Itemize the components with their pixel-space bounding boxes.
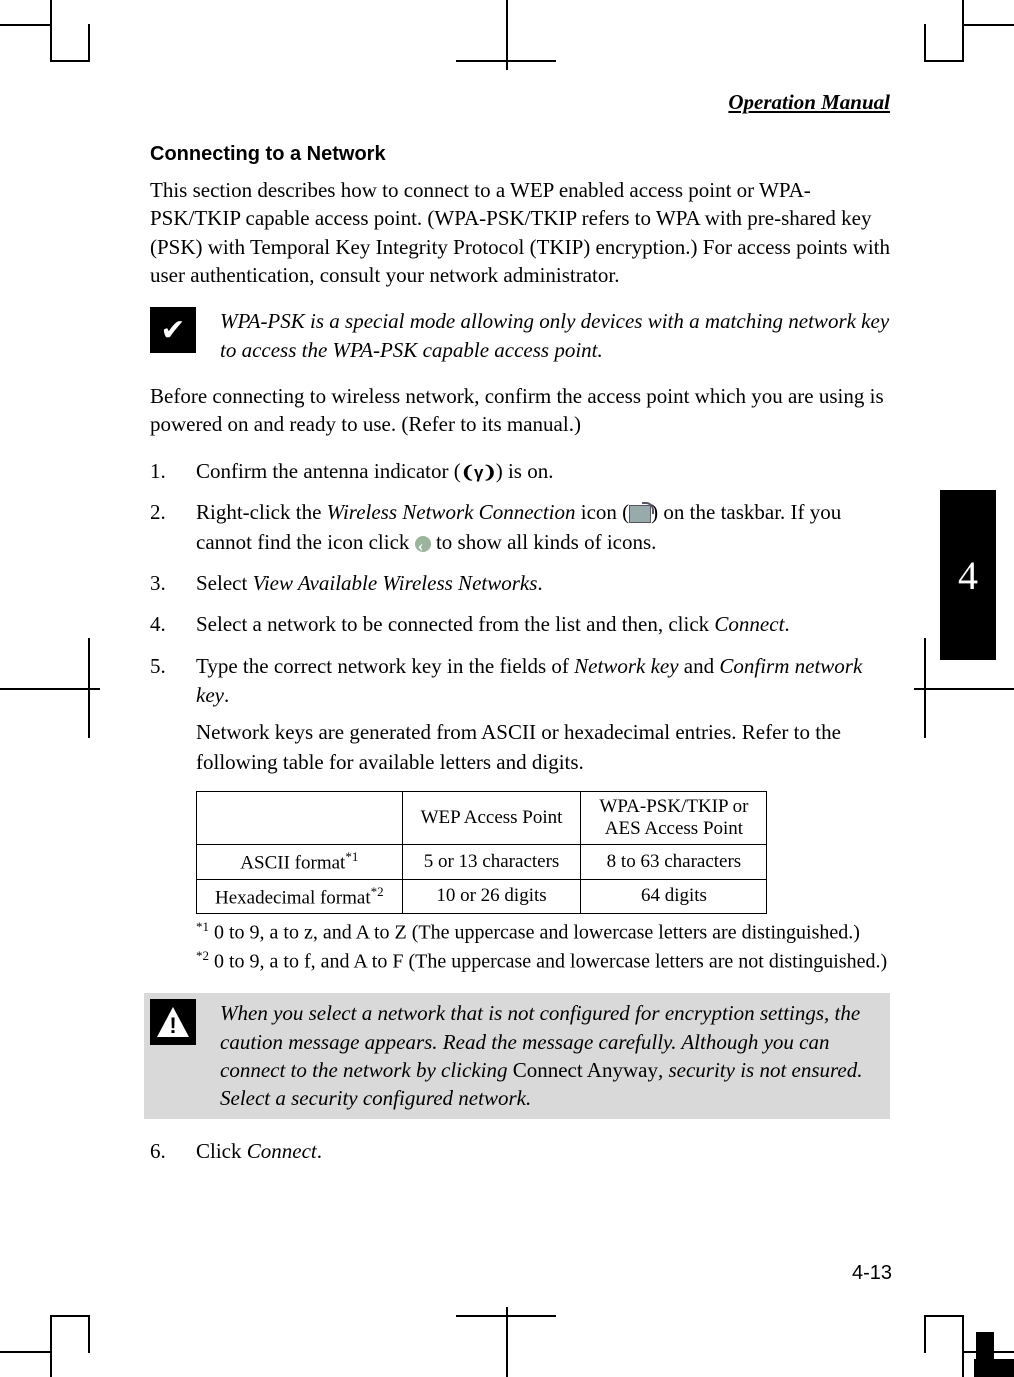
step-4: Select a network to be connected from th…	[150, 610, 890, 639]
step6-text-a: Click	[196, 1139, 247, 1163]
r2-label: Hexadecimal format	[215, 887, 371, 908]
step1-text-a: Confirm the antenna indicator (	[196, 459, 461, 483]
page-content: Operation Manual Connecting to a Network…	[150, 90, 890, 1180]
show-hidden-icons-icon	[415, 536, 431, 552]
td-hex-wpa: 64 digits	[581, 879, 767, 913]
step-2: Right-click the Wireless Network Connect…	[150, 498, 890, 557]
td-ascii-label: ASCII format*1	[197, 845, 403, 879]
step3-vawn: View Available Wireless Networks	[253, 571, 538, 595]
r1-label: ASCII format	[240, 853, 345, 874]
th-wpa: WPA-PSK/TKIP or AES Access Point	[581, 792, 767, 845]
step2-wnc: Wireless Network Connection	[327, 500, 576, 524]
td-ascii-wep: 5 or 13 characters	[402, 845, 581, 879]
footnote2-sup: *2	[196, 948, 209, 963]
svg-text:!: !	[169, 1013, 176, 1038]
before-paragraph: Before connecting to wireless network, c…	[150, 382, 890, 439]
step4-text-b: .	[784, 612, 789, 636]
step1-text-b: ) is on.	[496, 459, 554, 483]
step5-sub: Network keys are generated from ASCII or…	[196, 718, 890, 777]
step4-text-a: Select a network to be connected from th…	[196, 612, 714, 636]
footnote-2: *2 0 to 9, a to f, and A to F (The upper…	[196, 947, 890, 976]
step5-and: and	[679, 654, 720, 678]
warning-callout: ! When you select a network that is not …	[144, 993, 890, 1118]
page-number: 4-13	[852, 1262, 892, 1285]
step5-text-b: .	[224, 683, 229, 707]
antenna-icon: ❨γ❩	[461, 461, 496, 485]
th-blank	[197, 792, 403, 845]
step3-text-a: Select	[196, 571, 253, 595]
step2-text-d: to show all kinds of icons.	[431, 530, 657, 554]
step6-text-b: .	[317, 1139, 322, 1163]
td-hex-wep: 10 or 26 digits	[402, 879, 581, 913]
th-wep: WEP Access Point	[402, 792, 581, 845]
tip-callout: ✔ WPA-PSK is a special mode allowing onl…	[150, 307, 890, 364]
step2-text-a: Right-click the	[196, 500, 327, 524]
step5-nk: Network key	[574, 654, 678, 678]
footnote2-text: 0 to 9, a to f, and A to F (The uppercas…	[209, 950, 887, 972]
network-connection-icon	[629, 505, 651, 523]
warning-icon: !	[150, 999, 196, 1045]
steps-list-cont: Click Connect.	[150, 1137, 890, 1166]
th-wpa-l2: AES Access Point	[605, 818, 743, 839]
warn-connect-anyway: Connect Anyway	[513, 1058, 658, 1082]
step-1: Confirm the antenna indicator (❨γ❩) is o…	[150, 457, 890, 486]
running-head: Operation Manual	[150, 90, 890, 115]
td-hex-label: Hexadecimal format*2	[197, 879, 403, 913]
step2-text-b: icon (	[576, 500, 630, 524]
step-3: Select View Available Wireless Networks.	[150, 569, 890, 598]
step5-text-a: Type the correct network key in the fiel…	[196, 654, 574, 678]
intro-paragraph: This section describes how to connect to…	[150, 176, 890, 289]
footnote1-text: 0 to 9, a to z, and A to Z (The uppercas…	[209, 922, 860, 944]
step3-text-b: .	[537, 571, 542, 595]
key-format-table: WEP Access Point WPA-PSK/TKIP or AES Acc…	[196, 791, 767, 914]
step-5: Type the correct network key in the fiel…	[150, 652, 890, 778]
step4-connect: Connect	[714, 612, 784, 636]
chapter-tab: 4	[940, 490, 996, 660]
checkmark-icon: ✔	[150, 307, 196, 353]
step6-connect: Connect	[247, 1139, 317, 1163]
tip-text: WPA-PSK is a special mode allowing only …	[220, 307, 890, 364]
footnote-1: *1 0 to 9, a to z, and A to Z (The upper…	[196, 918, 890, 947]
r1-sup: *1	[345, 849, 358, 864]
step-6: Click Connect.	[150, 1137, 890, 1166]
td-ascii-wpa: 8 to 63 characters	[581, 845, 767, 879]
r2-sup: *2	[371, 884, 384, 899]
th-wpa-l1: WPA-PSK/TKIP or	[599, 796, 748, 817]
footnote1-sup: *1	[196, 919, 209, 934]
warning-text: When you select a network that is not co…	[220, 999, 880, 1112]
steps-list: Confirm the antenna indicator (❨γ❩) is o…	[150, 457, 890, 778]
section-heading: Connecting to a Network	[150, 143, 890, 166]
